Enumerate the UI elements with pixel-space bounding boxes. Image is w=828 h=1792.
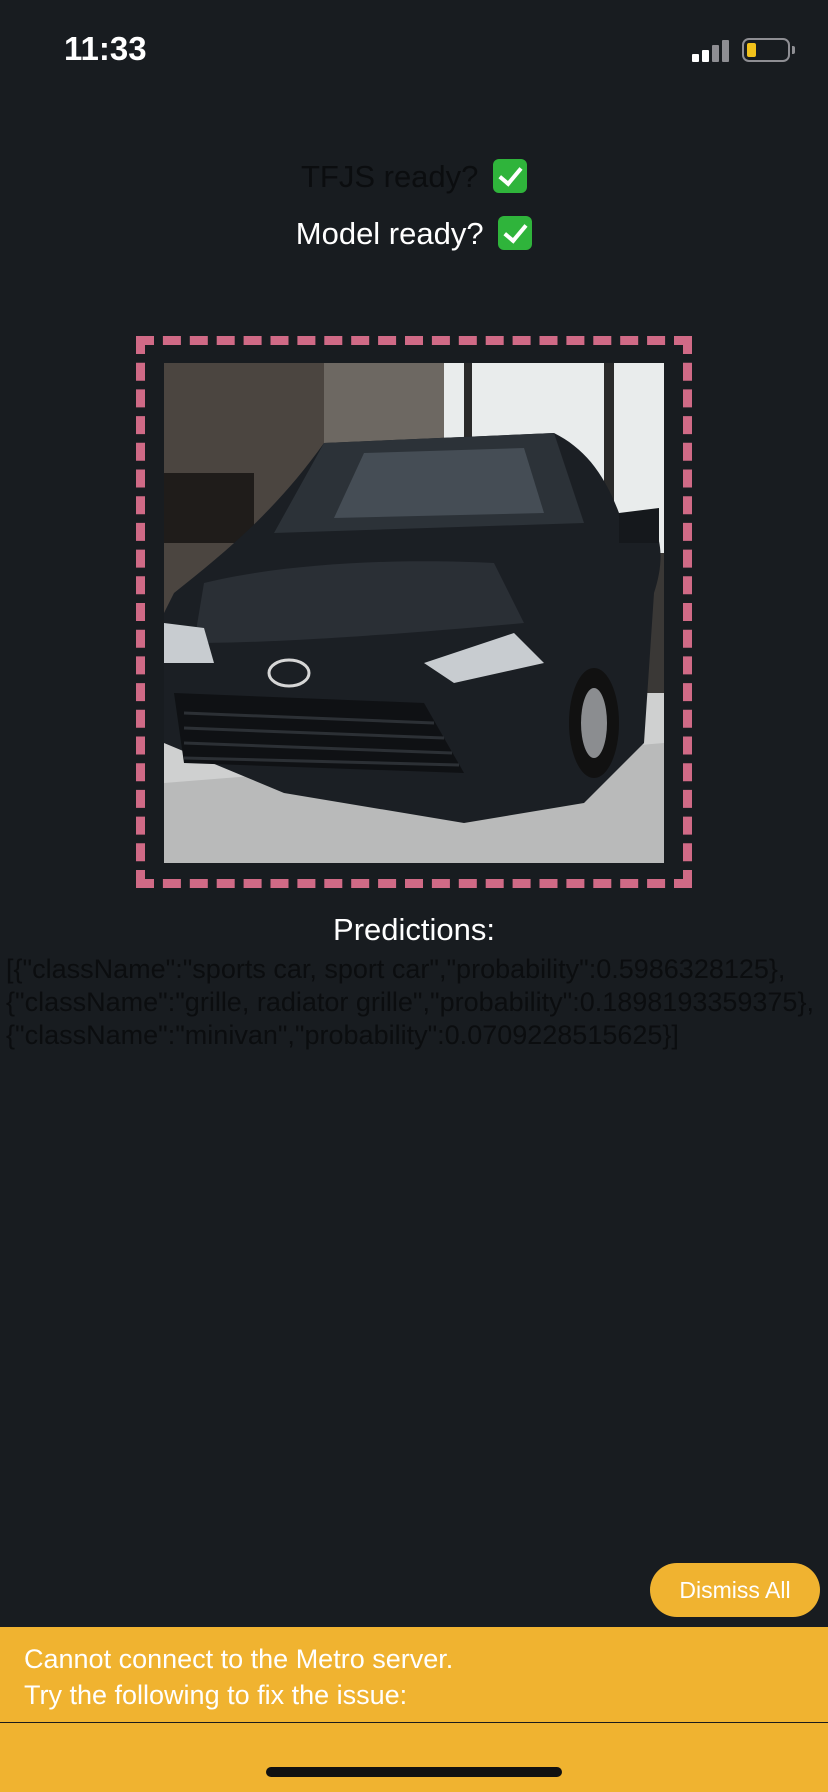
- check-mark-icon: [498, 216, 533, 250]
- status-time: 11:33: [64, 30, 147, 67]
- banner-line-2: Try the following to fix the issue:: [24, 1680, 408, 1710]
- home-indicator[interactable]: [266, 1767, 562, 1777]
- banner-divider: [0, 1722, 828, 1723]
- battery-icon: [742, 38, 790, 62]
- model-ready-label: Model ready?: [295, 216, 484, 251]
- banner-line-1: Cannot connect to the Metro server.: [24, 1644, 454, 1674]
- battery-tip: [792, 46, 795, 54]
- model-ready-status: Model ready?: [0, 214, 828, 254]
- predictions-json: [{"className":"sports car, sport car","p…: [6, 954, 814, 1050]
- dismiss-all-button[interactable]: Dismiss All: [650, 1563, 820, 1617]
- cellular-signal-icon: [692, 38, 732, 62]
- tfjs-ready-label: TFJS ready?: [300, 159, 479, 194]
- banner-message: Cannot connect to the Metro server. Try …: [24, 1641, 453, 1713]
- predictions-title: Predictions:: [333, 912, 495, 947]
- check-mark-icon: [493, 159, 528, 193]
- car-photo: [164, 363, 664, 863]
- tfjs-ready-status: TFJS ready?: [0, 157, 828, 197]
